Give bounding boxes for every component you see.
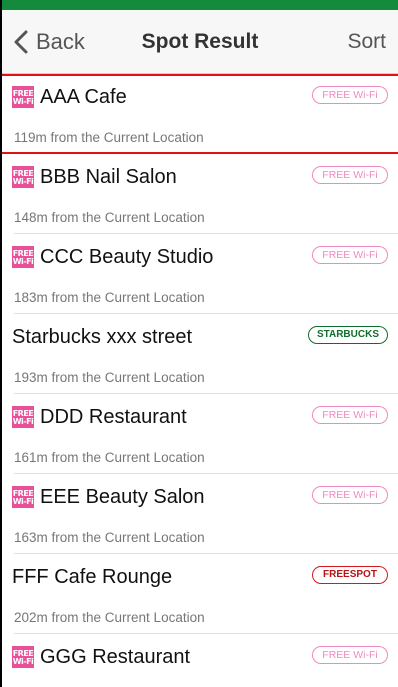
free-wifi-icon-line2: Wi-Fi xyxy=(12,416,34,426)
free-wifi-icon-line2: Wi-Fi xyxy=(12,96,34,106)
freespot-badge: FREESPOT xyxy=(312,566,388,584)
free-wifi-icon-line2: Wi-Fi xyxy=(12,256,34,266)
wifi-badge: FREE Wi-Fi xyxy=(312,246,388,264)
spot-name: DDD Restaurant xyxy=(40,405,187,428)
sort-button[interactable]: Sort xyxy=(347,10,386,74)
free-wifi-icon: FREE Wi-Fi xyxy=(12,166,34,188)
navigation-bar: Back Spot Result Sort xyxy=(2,10,398,74)
list-item[interactable]: FREE Wi-Fi AAA Cafe FREE Wi-Fi 119m from the… xyxy=(2,74,398,154)
spot-title-row: FREE Wi-Fi GGG Restaurant xyxy=(12,644,190,670)
spot-name: Starbucks xxx street xyxy=(12,325,193,348)
spot-name: FFF Cafe Rounge xyxy=(12,565,173,588)
highlight-line-bottom xyxy=(2,152,398,154)
spot-title-row: FREE Wi-Fi AAA Cafe xyxy=(12,84,127,110)
spot-name: EEE Beauty Salon xyxy=(40,485,205,508)
free-wifi-icon-line2: Wi-Fi xyxy=(12,656,34,666)
free-wifi-icon: FREE Wi-Fi xyxy=(12,646,34,668)
spot-title-row: FREE Wi-Fi BBB Nail Salon xyxy=(12,164,177,190)
wifi-badge: FREE Wi-Fi xyxy=(312,166,388,184)
list-item[interactable]: Starbucks xxx street STARBUCKS 193m from t… xyxy=(2,314,398,394)
list-item[interactable]: FREE Wi-Fi EEE Beauty Salon FREE Wi-Fi 163m … xyxy=(2,474,398,554)
wifi-badge: FREE Wi-Fi xyxy=(312,86,388,104)
app-screen: Back Spot Result Sort FREE Wi-Fi AAA Cafe F… xyxy=(0,0,398,687)
highlight-line-top xyxy=(2,74,398,76)
free-wifi-icon: FREE Wi-Fi xyxy=(12,86,34,108)
spot-distance: 161m from the Current Location xyxy=(14,450,205,465)
free-wifi-icon-line2: Wi-Fi xyxy=(12,496,34,506)
wifi-badge: FREE Wi-Fi xyxy=(312,486,388,504)
wifi-badge: FREE Wi-Fi xyxy=(312,406,388,424)
spot-title-row: FREE Wi-Fi DDD Restaurant xyxy=(12,404,187,430)
back-button[interactable]: Back xyxy=(12,10,85,74)
spot-title-row: FFF Cafe Rounge xyxy=(12,564,172,590)
list-item[interactable]: FFF Cafe Rounge FREESPOT 202m from the Cur… xyxy=(2,554,398,634)
spot-title-row: Starbucks xxx street xyxy=(12,324,192,350)
spot-distance: 163m from the Current Location xyxy=(14,530,205,545)
list-item[interactable]: FREE Wi-Fi CCC Beauty Studio FREE Wi-Fi 183m… xyxy=(2,234,398,314)
spot-title-row: FREE Wi-Fi EEE Beauty Salon xyxy=(12,484,205,510)
back-label: Back xyxy=(36,29,85,54)
spot-name: AAA Cafe xyxy=(40,85,127,108)
spot-name: BBB Nail Salon xyxy=(40,165,177,188)
status-bar-accent xyxy=(2,0,398,10)
spot-distance: 202m from the Current Location xyxy=(14,610,205,625)
free-wifi-icon: FREE Wi-Fi xyxy=(12,406,34,428)
free-wifi-icon: FREE Wi-Fi xyxy=(12,246,34,268)
spot-distance: 193m from the Current Location xyxy=(14,370,205,385)
free-wifi-icon: FREE Wi-Fi xyxy=(12,486,34,508)
spot-distance: 119m from the Current Location xyxy=(14,130,204,145)
starbucks-badge: STARBUCKS xyxy=(307,326,388,344)
list-item[interactable]: FREE Wi-Fi DDD Restaurant FREE Wi-Fi 161m fr… xyxy=(2,394,398,474)
spot-name: CCC Beauty Studio xyxy=(40,245,214,268)
list-item[interactable]: FREE Wi-Fi GGG Restaurant FREE Wi-Fi xyxy=(2,634,398,687)
spot-distance: 183m from the Current Location xyxy=(14,290,205,305)
list-item[interactable]: FREE Wi-Fi BBB Nail Salon FREE Wi-Fi 148m fr… xyxy=(2,154,398,234)
spot-title-row: FREE Wi-Fi CCC Beauty Studio xyxy=(12,244,213,270)
free-wifi-icon-line2: Wi-Fi xyxy=(12,176,34,186)
spot-distance: 148m from the Current Location xyxy=(14,210,205,225)
spot-result-list: FREE Wi-Fi AAA Cafe FREE Wi-Fi 119m from the… xyxy=(2,74,398,687)
chevron-left-icon xyxy=(14,30,28,54)
spot-name: GGG Restaurant xyxy=(40,645,191,668)
wifi-badge: FREE Wi-Fi xyxy=(312,646,388,664)
